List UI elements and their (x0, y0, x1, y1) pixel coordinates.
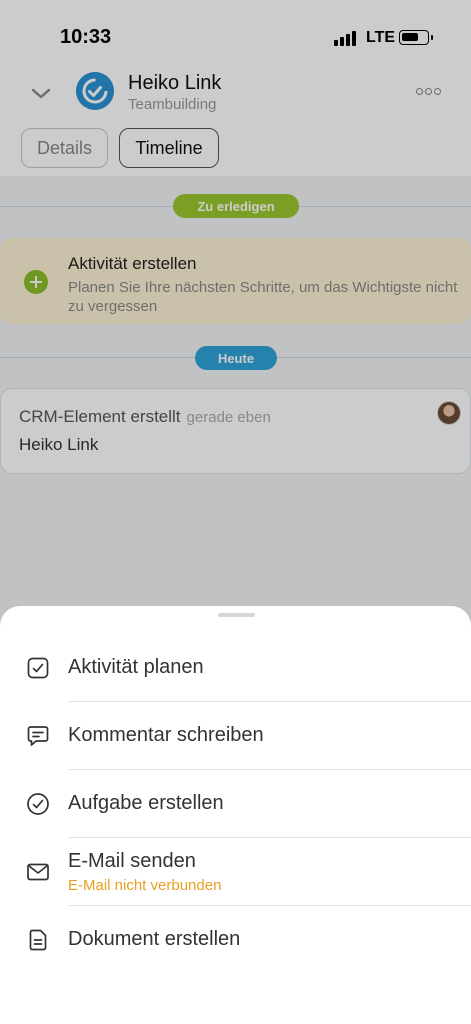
menu-item-label: Dokument erstellen (68, 928, 241, 950)
menu-item-create-task[interactable]: Aufgabe erstellen (0, 770, 471, 838)
action-sheet: Aktivität planen Kommentar schreiben Auf… (0, 606, 471, 1024)
menu-item-label: Aufgabe erstellen (68, 792, 224, 814)
menu-item-send-email[interactable]: E-Mail senden E-Mail nicht verbunden (0, 838, 471, 906)
check-circle-icon (27, 793, 49, 815)
envelope-icon (27, 863, 49, 881)
menu-item-write-comment[interactable]: Kommentar schreiben (0, 702, 471, 770)
sheet-handle[interactable] (218, 613, 255, 617)
menu-item-plan-activity[interactable]: Aktivität planen (0, 634, 471, 702)
checkbox-icon (27, 657, 49, 679)
document-icon (29, 929, 47, 951)
email-not-connected-warning: E-Mail nicht verbunden (68, 877, 222, 894)
menu-item-create-document[interactable]: Dokument erstellen (0, 906, 471, 974)
comment-icon (27, 726, 49, 746)
menu-item-label: Kommentar schreiben (68, 724, 264, 746)
menu-item-label: E-Mail senden (68, 850, 196, 872)
menu-item-label: Aktivität planen (68, 656, 204, 678)
